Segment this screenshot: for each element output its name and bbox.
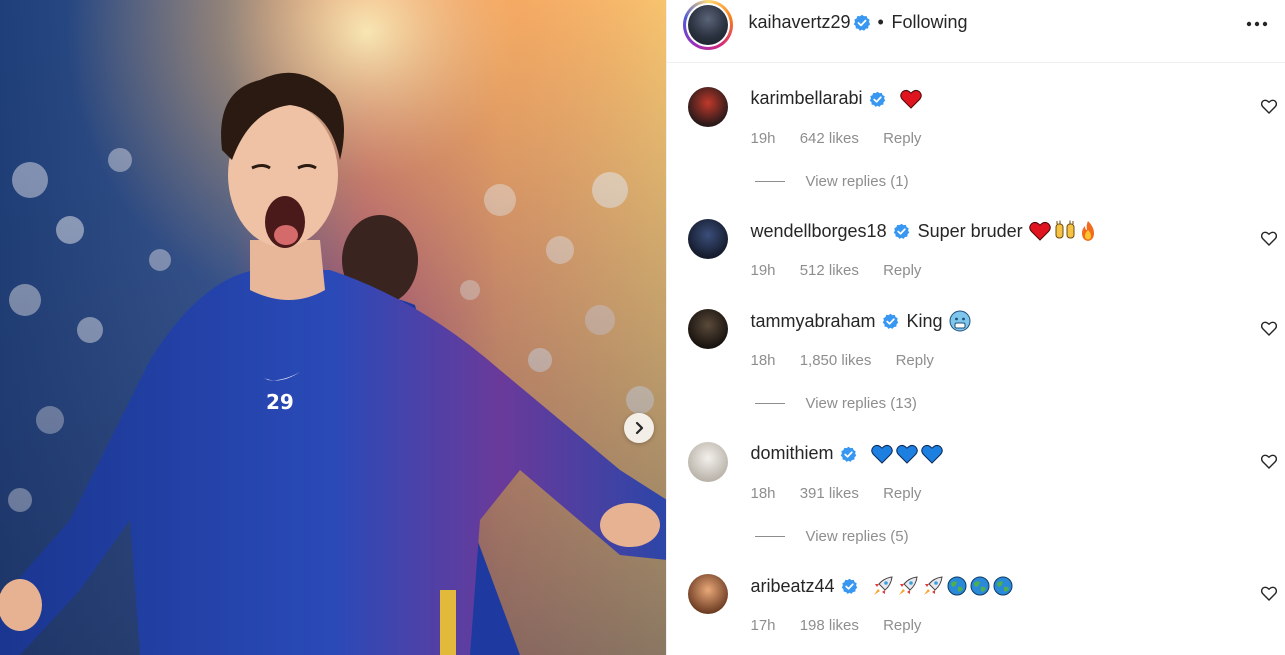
commenter-username[interactable]: aribeatz44: [750, 576, 834, 597]
comments-panel: kaihavertz29 • Following karimbellarabi …: [666, 0, 1285, 655]
like-heart-icon[interactable]: [1261, 99, 1278, 115]
blue-heart-emoji-icon: [920, 444, 943, 464]
fire-emoji-icon: [1081, 221, 1094, 241]
view-replies-label: View replies (13): [805, 395, 917, 412]
verified-badge-icon: [869, 88, 886, 109]
author-username[interactable]: kaihavertz29: [748, 12, 850, 33]
like-heart-icon[interactable]: [1261, 321, 1278, 337]
comment-likes[interactable]: 512 likes: [800, 262, 859, 279]
verified-badge-icon: [841, 576, 858, 597]
more-options-button[interactable]: [1245, 12, 1269, 36]
reply-button[interactable]: Reply: [883, 262, 921, 279]
following-button[interactable]: Following: [891, 12, 967, 33]
commenter-username[interactable]: karimbellarabi: [750, 88, 862, 109]
author-avatar-image: [688, 5, 729, 45]
commenter-username[interactable]: wendellborges18: [750, 221, 886, 242]
globe-emoji-icon: [993, 576, 1013, 596]
comment-likes[interactable]: 198 likes: [800, 617, 859, 634]
commenter-avatar[interactable]: [688, 442, 729, 482]
view-replies-button[interactable]: View replies (5): [755, 528, 909, 545]
header-separator: •: [877, 12, 884, 32]
post-photo-illustration: [0, 0, 667, 655]
jersey-number: 29: [266, 390, 294, 414]
globe-emoji-icon: [947, 576, 967, 596]
post-header: kaihavertz29 • Following: [667, 0, 1285, 63]
verified-badge-icon: [840, 443, 857, 464]
comment-time: 18h: [750, 485, 776, 502]
verified-badge-icon: [882, 311, 899, 332]
more-dots-icon: [1246, 21, 1268, 27]
cold-face-emoji-icon: [949, 310, 971, 332]
commenter-avatar[interactable]: [688, 309, 729, 349]
rocket-emoji-icon: [923, 576, 943, 595]
raising-hands-emoji-icon: [1055, 220, 1075, 239]
red-heart-emoji-icon: [899, 89, 922, 109]
post-photo[interactable]: 29: [0, 0, 667, 655]
reply-button[interactable]: Reply: [883, 485, 921, 502]
chevron-right-icon: [635, 421, 644, 435]
comment-likes[interactable]: 391 likes: [800, 485, 859, 502]
rocket-emoji-icon: [898, 576, 918, 595]
reply-button[interactable]: Reply: [883, 617, 921, 634]
like-heart-icon[interactable]: [1261, 231, 1278, 247]
view-replies-label: View replies (1): [805, 173, 909, 190]
replies-divider: [755, 536, 786, 537]
like-heart-icon[interactable]: [1261, 454, 1278, 470]
comment-time: 18h: [750, 352, 776, 369]
comment-likes[interactable]: 642 likes: [800, 130, 859, 147]
rocket-emoji-icon: [873, 576, 893, 595]
blue-heart-emoji-icon: [895, 444, 918, 464]
commenter-username[interactable]: domithiem: [750, 443, 833, 464]
blue-heart-emoji-icon: [870, 444, 893, 464]
comment-text: King: [906, 310, 943, 331]
instagram-post-view: 29 kaihavertz29 • Following karimbellara…: [0, 0, 1285, 655]
comment-time: 17h: [750, 617, 776, 634]
view-replies-button[interactable]: View replies (1): [755, 173, 909, 190]
replies-divider: [755, 403, 786, 404]
commenter-username[interactable]: tammyabraham: [750, 311, 875, 332]
view-replies-label: View replies (5): [805, 528, 909, 545]
view-replies-button[interactable]: View replies (13): [755, 395, 917, 412]
globe-emoji-icon: [970, 576, 990, 596]
verified-badge-icon: [853, 14, 871, 32]
comment-time: 19h: [750, 262, 776, 279]
reply-button[interactable]: Reply: [896, 352, 934, 369]
verified-badge-icon: [893, 221, 910, 242]
commenter-avatar[interactable]: [688, 219, 729, 259]
reply-button[interactable]: Reply: [883, 130, 921, 147]
next-photo-button[interactable]: [624, 413, 654, 443]
comment-text: Super bruder: [917, 220, 1023, 241]
commenter-avatar[interactable]: [688, 574, 729, 614]
like-heart-icon[interactable]: [1261, 586, 1278, 602]
commenter-avatar[interactable]: [688, 87, 729, 127]
author-avatar[interactable]: [683, 0, 734, 50]
comment-time: 19h: [750, 130, 776, 147]
comment-likes[interactable]: 1,850 likes: [800, 352, 872, 369]
replies-divider: [755, 181, 786, 182]
red-heart-emoji-icon: [1028, 221, 1051, 241]
